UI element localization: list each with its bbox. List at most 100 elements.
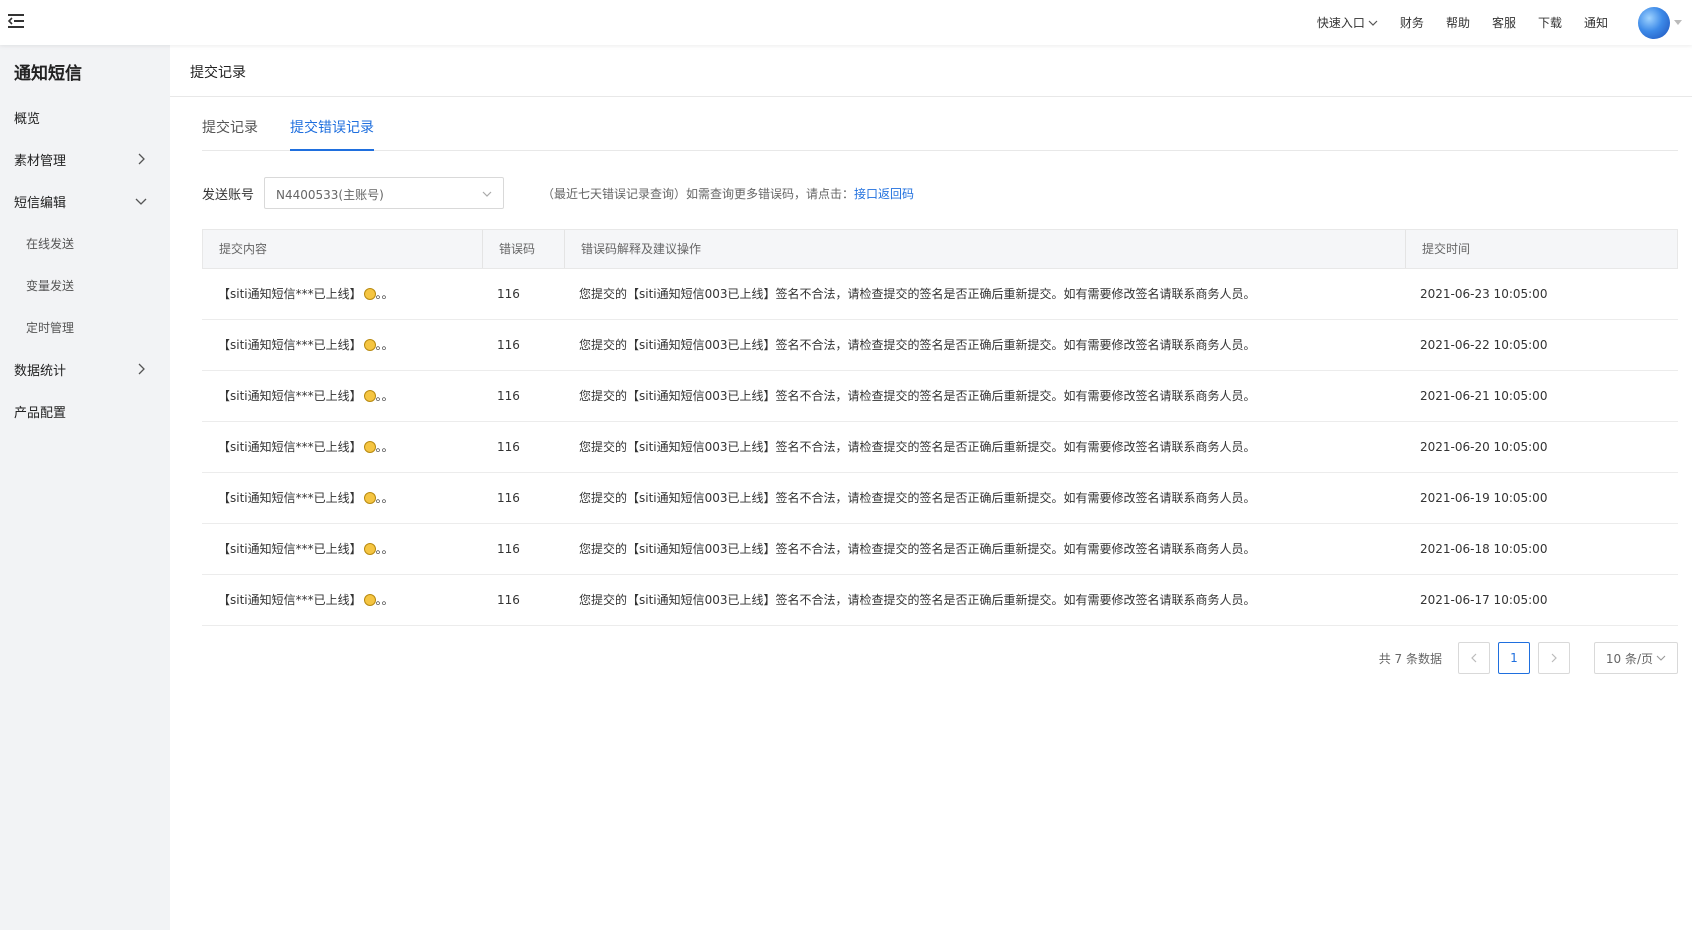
top-nav: 快速入口 财务 帮助 客服 下载 通知 [1317, 0, 1692, 45]
cell-content-text: 【siti通知短信***已上线】 [218, 287, 362, 301]
nav-download[interactable]: 下载 [1538, 14, 1562, 31]
chevron-left-icon [1471, 653, 1477, 663]
cell-error-code: 116 [497, 287, 520, 301]
chevron-down-icon [1368, 20, 1378, 26]
cell-submit-time: 2021-06-23 10:05:00 [1420, 287, 1548, 301]
cell-content-text: 【siti通知短信***已上线】 [218, 593, 362, 607]
sidebar-item-label: 短信编辑 [14, 195, 67, 211]
cell-content: 【siti通知短信***已上线】。。 [202, 575, 482, 625]
sidebar-item-material[interactable]: 素材管理 [0, 138, 170, 180]
emoji-icon [363, 339, 376, 351]
cell-content-text: 【siti通知短信***已上线】 [218, 389, 362, 403]
sidebar-item-statistics[interactable]: 数据统计 [0, 348, 170, 390]
prev-page-button[interactable] [1458, 642, 1490, 674]
cell-explanation: 您提交的【siti通知短信003已上线】签名不合法，请检查提交的签名是否正确后重… [579, 440, 1256, 454]
account-label: 发送账号 [202, 187, 255, 203]
page-size-select[interactable]: 10 条/页 [1594, 642, 1678, 674]
cell-content: 【siti通知短信***已上线】。。 [202, 320, 482, 370]
cell-content-suffix: 。。 [375, 593, 394, 607]
sidebar-item-label: 素材管理 [14, 153, 67, 169]
chevron-down-icon [135, 198, 147, 205]
chevron-down-icon [482, 191, 492, 197]
cell-content-text: 【siti通知短信***已上线】 [218, 440, 362, 454]
cell-content: 【siti通知短信***已上线】。。 [202, 524, 482, 574]
emoji-icon [363, 390, 376, 402]
table-row: 【siti通知短信***已上线】。。 116 您提交的【siti通知短信003已上线… [202, 371, 1678, 422]
top-bar: 快速入口 财务 帮助 客服 下载 通知 [0, 0, 1692, 45]
cell-explanation: 您提交的【siti通知短信003已上线】签名不合法，请检查提交的签名是否正确后重… [579, 338, 1256, 352]
table-row: 【siti通知短信***已上线】。。 116 您提交的【siti通知短信003已上线… [202, 575, 1678, 626]
page-header: 提交记录 [170, 45, 1692, 97]
query-hint-text: （最近七天错误记录查询）如需查询更多错误码，请点击： [542, 186, 855, 201]
error-code-link[interactable]: 接口返回码 [854, 187, 914, 201]
next-page-button[interactable] [1538, 642, 1570, 674]
sidebar-item-product-config[interactable]: 产品配置 [0, 390, 170, 432]
sidebar-item-variable-send[interactable]: 变量发送 [0, 264, 170, 306]
app-title: 通知短信 [14, 64, 82, 84]
avatar-dropdown-icon[interactable] [1674, 20, 1682, 25]
cell-error-code: 116 [497, 389, 520, 403]
emoji-icon [363, 594, 376, 606]
cell-content: 【siti通知短信***已上线】。。 [202, 269, 482, 319]
sidebar-item-overview[interactable]: 概览 [0, 96, 170, 138]
column-header-explanation: 错误码解释及建议操作 [564, 230, 1406, 268]
cell-submit-time: 2021-06-18 10:05:00 [1420, 542, 1548, 556]
cell-error-code: 116 [497, 440, 520, 454]
sidebar-item-label: 产品配置 [14, 405, 67, 421]
nav-customer-service[interactable]: 客服 [1492, 14, 1516, 31]
emoji-icon [363, 288, 376, 300]
cell-content-suffix: 。。 [375, 491, 394, 505]
sidebar: 通知短信 概览 素材管理 短信编辑 在线发送 变量发送 定时管理 数据统计 产品… [0, 45, 170, 930]
table-row: 【siti通知短信***已上线】。。 116 您提交的【siti通知短信003已上线… [202, 422, 1678, 473]
tab-submit-records[interactable]: 提交记录 [202, 117, 258, 151]
pagination-total: 共 7 条数据 [1378, 651, 1442, 666]
nav-help[interactable]: 帮助 [1446, 14, 1470, 31]
pagination: 共 7 条数据 1 10 条/页 [1379, 642, 1678, 674]
emoji-icon [363, 543, 376, 555]
nav-finance[interactable]: 财务 [1400, 14, 1424, 31]
table-header: 提交内容 错误码 错误码解释及建议操作 提交时间 [202, 229, 1678, 269]
nav-notification[interactable]: 通知 [1584, 14, 1608, 31]
cell-content-suffix: 。。 [375, 338, 394, 352]
main-content: 提交记录 提交记录 提交错误记录 发送账号 N4400533(主账号) （最近七… [170, 45, 1692, 930]
cell-submit-time: 2021-06-21 10:05:00 [1420, 389, 1548, 403]
sidebar-item-label: 数据统计 [14, 363, 67, 379]
account-select[interactable]: N4400533(主账号) [264, 177, 505, 209]
tab-submit-error-records[interactable]: 提交错误记录 [290, 117, 374, 151]
emoji-icon [363, 441, 376, 453]
sidebar-item-label: 定时管理 [26, 320, 75, 335]
cell-explanation: 您提交的【siti通知短信003已上线】签名不合法，请检查提交的签名是否正确后重… [579, 593, 1256, 607]
cell-submit-time: 2021-06-22 10:05:00 [1420, 338, 1548, 352]
menu-collapse-icon[interactable] [4, 10, 30, 32]
cell-explanation: 您提交的【siti通知短信003已上线】签名不合法，请检查提交的签名是否正确后重… [579, 542, 1256, 556]
error-records-table: 提交内容 错误码 错误码解释及建议操作 提交时间 【siti通知短信***已上线… [202, 229, 1678, 626]
cell-explanation: 您提交的【siti通知短信003已上线】签名不合法，请检查提交的签名是否正确后重… [579, 491, 1256, 505]
cell-content: 【siti通知短信***已上线】。。 [202, 422, 482, 472]
page-title: 提交记录 [190, 65, 246, 81]
page-size-value: 10 条/页 [1605, 651, 1654, 666]
sidebar-item-online-send[interactable]: 在线发送 [0, 222, 170, 264]
tabs: 提交记录 提交错误记录 [202, 117, 1678, 151]
nav-quick-entry-label: 快速入口 [1316, 16, 1365, 30]
column-header-time: 提交时间 [1405, 230, 1677, 268]
page-button-current[interactable]: 1 [1498, 642, 1530, 674]
chevron-right-icon [1551, 653, 1557, 663]
sidebar-item-label: 变量发送 [26, 278, 75, 293]
cell-error-code: 116 [497, 491, 520, 505]
nav-quick-entry[interactable]: 快速入口 [1317, 14, 1378, 31]
cell-explanation: 您提交的【siti通知短信003已上线】签名不合法，请检查提交的签名是否正确后重… [579, 389, 1256, 403]
cell-content: 【siti通知短信***已上线】。。 [202, 473, 482, 523]
chevron-down-icon [1656, 655, 1666, 661]
avatar[interactable] [1638, 6, 1670, 39]
table-row: 【siti通知短信***已上线】。。 116 您提交的【siti通知短信003已上线… [202, 524, 1678, 575]
sidebar-item-label: 在线发送 [26, 236, 75, 251]
chevron-right-icon [138, 363, 145, 375]
cell-error-code: 116 [497, 593, 520, 607]
chevron-right-icon [138, 153, 145, 165]
table-row: 【siti通知短信***已上线】。。 116 您提交的【siti通知短信003已上线… [202, 269, 1678, 320]
cell-content-text: 【siti通知短信***已上线】 [218, 491, 362, 505]
sidebar-item-sms-edit[interactable]: 短信编辑 [0, 180, 170, 222]
column-header-content: 提交内容 [219, 242, 268, 256]
cell-content-suffix: 。。 [375, 287, 394, 301]
sidebar-item-scheduled[interactable]: 定时管理 [0, 306, 170, 348]
